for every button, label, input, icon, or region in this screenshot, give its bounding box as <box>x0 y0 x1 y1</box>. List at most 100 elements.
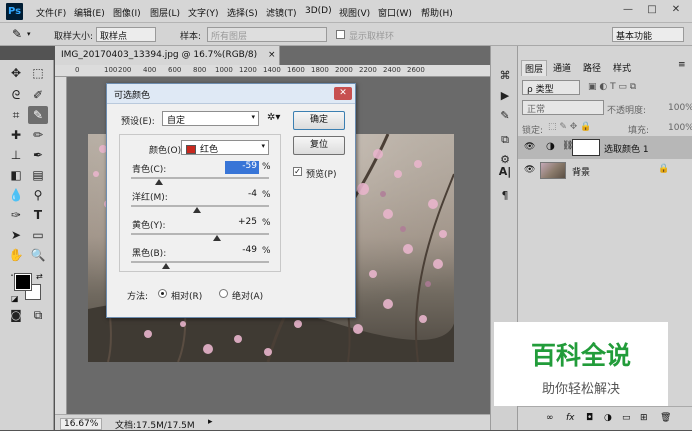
workspace-select[interactable]: 基本功能 <box>612 27 684 42</box>
menu-select[interactable]: 选择(S) <box>227 6 258 19</box>
delete-layer-icon[interactable]: 🗑 <box>660 413 671 423</box>
visibility-eye-icon[interactable]: 👁 <box>524 165 535 175</box>
pen-tool-icon[interactable]: ✑ <box>6 206 26 224</box>
close-window-button[interactable]: ✕ <box>666 2 686 18</box>
marquee-tool-icon[interactable]: ⬚ <box>28 64 48 82</box>
black-value-input[interactable]: -49 <box>225 245 259 258</box>
tab-styles[interactable]: 样式 <box>610 60 634 75</box>
cyan-slider-thumb[interactable] <box>155 179 164 185</box>
absolute-radio[interactable] <box>219 289 228 298</box>
black-slider-thumb[interactable] <box>162 263 171 269</box>
fx-icon[interactable]: fx <box>566 413 575 423</box>
options-bar: ✎ ▾ 取样大小: 取样点 样本: 所有图层 显示取样环 基本功能 <box>0 23 692 46</box>
show-ring-checkbox[interactable] <box>336 30 345 39</box>
sample-size-select[interactable]: 取样点 <box>96 27 156 42</box>
menu-layer[interactable]: 图层(L) <box>150 6 180 19</box>
gradient-tool-icon[interactable]: ▤ <box>28 166 48 184</box>
quick-select-tool-icon[interactable]: ✐ <box>28 86 48 104</box>
restore-button[interactable]: □ <box>642 2 662 18</box>
menu-edit[interactable]: 编辑(E) <box>74 6 105 19</box>
brush-tool-icon[interactable]: ✏ <box>28 126 48 144</box>
tab-channels[interactable]: 通道 <box>550 60 574 75</box>
new-layer-icon[interactable]: ⊞ <box>640 413 648 423</box>
shape-tool-icon[interactable]: ▭ <box>28 226 48 244</box>
close-tab-icon[interactable]: × <box>268 50 276 60</box>
path-select-tool-icon[interactable]: ➤ <box>6 226 26 244</box>
actions-play-icon[interactable]: ▶ <box>497 88 513 104</box>
yellow-slider-track[interactable] <box>131 233 269 235</box>
magenta-slider-thumb[interactable] <box>193 207 202 213</box>
menu-image[interactable]: 图像(I) <box>113 6 141 19</box>
fill-value[interactable]: 100% <box>668 123 692 133</box>
visibility-eye-icon[interactable]: 👁 <box>524 142 535 152</box>
character-panel-icon[interactable]: A| <box>497 164 513 180</box>
menu-file[interactable]: 文件(F) <box>36 6 66 19</box>
menu-3d[interactable]: 3D(D) <box>305 6 332 16</box>
magenta-value-input[interactable]: -4 <box>225 189 259 202</box>
menu-view[interactable]: 视图(V) <box>339 6 370 19</box>
lock-icons[interactable]: ⬚ ✎ ✥ 🔒 <box>548 122 591 132</box>
yellow-value-input[interactable]: +25 <box>225 217 259 230</box>
history-brush-icon[interactable]: ✒ <box>28 146 48 164</box>
link-layers-icon[interactable]: ∞ <box>546 413 554 423</box>
layer-row-selective-color[interactable]: 👁 ◑ ⛓ 选取颜色 1 <box>518 136 692 159</box>
yellow-slider-thumb[interactable] <box>213 235 222 241</box>
ok-button[interactable]: 确定 <box>293 111 345 130</box>
default-colors-icon[interactable]: ◪ <box>11 294 19 303</box>
stamp-tool-icon[interactable]: ⊥ <box>6 146 26 164</box>
healing-tool-icon[interactable]: ✚ <box>6 126 26 144</box>
add-mask-icon[interactable]: ◘ <box>586 413 593 423</box>
document-tab[interactable]: IMG_20170403_13394.jpg @ 16.7%(RGB/8) × <box>55 46 280 65</box>
type-tool-icon[interactable]: T <box>28 206 48 224</box>
lasso-tool-icon[interactable]: ᘓ <box>6 86 26 104</box>
preset-select[interactable]: 自定 ▾ <box>162 111 259 126</box>
menu-window[interactable]: 窗口(W) <box>378 6 412 19</box>
status-arrow-icon[interactable]: ▸ <box>208 417 213 427</box>
opacity-value[interactable]: 100% <box>668 103 692 113</box>
layer-filter-select[interactable]: ρ 类型 <box>522 80 580 95</box>
swap-colors-icon[interactable]: ⇄ <box>36 272 43 281</box>
filter-icons[interactable]: ▣ ◐ T ▭ ⧉ <box>588 82 636 92</box>
chevron-down-icon[interactable]: ▾ <box>27 30 31 38</box>
layer-name: 背景 <box>572 168 591 178</box>
foreground-color-swatch[interactable] <box>14 273 32 291</box>
black-slider-track[interactable] <box>131 261 269 263</box>
cyan-value-input[interactable]: -59 <box>225 161 259 174</box>
paragraph-panel-icon[interactable]: ¶ <box>497 188 513 204</box>
eyedropper-tool-icon[interactable]: ✎ <box>28 106 48 124</box>
menu-help[interactable]: 帮助(H) <box>421 6 453 19</box>
blur-tool-icon[interactable]: 💧 <box>6 186 26 204</box>
cyan-slider-track[interactable] <box>131 177 269 179</box>
brush-presets-icon[interactable]: ✎ <box>497 108 513 124</box>
tab-layers[interactable]: 图层 <box>521 60 548 76</box>
hand-tool-icon[interactable]: ✋ <box>6 246 26 264</box>
clone-source-icon[interactable]: ⧉ <box>497 132 513 148</box>
sample-select[interactable]: 所有图层 <box>207 27 327 42</box>
history-panel-icon[interactable]: ⌘ <box>497 68 513 84</box>
menu-filter[interactable]: 滤镜(T) <box>266 6 297 19</box>
dodge-tool-icon[interactable]: ⚲ <box>28 186 48 204</box>
quick-mask-icon[interactable]: ◙ <box>6 306 26 324</box>
menu-type[interactable]: 文字(Y) <box>188 6 219 19</box>
crop-tool-icon[interactable]: ⌗ <box>6 106 26 124</box>
eraser-tool-icon[interactable]: ◧ <box>6 166 26 184</box>
panel-menu-icon[interactable]: ≡ <box>678 60 686 70</box>
new-adjustment-icon[interactable]: ◑ <box>604 413 612 423</box>
relative-radio[interactable] <box>158 289 167 298</box>
preset-options-gear-icon[interactable]: ✲▾ <box>267 112 280 123</box>
eyedropper-icon[interactable]: ✎ <box>12 27 22 41</box>
layer-row-background[interactable]: 👁 背景 🔒 <box>518 159 692 182</box>
new-group-icon[interactable]: ▭ <box>622 413 631 423</box>
tab-paths[interactable]: 路径 <box>580 60 604 75</box>
dialog-close-button[interactable]: ✕ <box>334 87 352 100</box>
minimize-button[interactable]: — <box>618 2 638 18</box>
zoom-level[interactable]: 16.67% <box>60 418 103 430</box>
colors-select[interactable]: 红色 ▾ <box>181 140 269 155</box>
blend-mode-select[interactable]: 正常 <box>522 100 604 115</box>
screen-mode-icon[interactable]: ⧉ <box>28 306 48 324</box>
zoom-tool-icon[interactable]: 🔍 <box>28 246 48 264</box>
preview-checkbox[interactable]: ✓ <box>293 167 302 176</box>
move-tool-icon[interactable]: ✥ <box>6 64 26 82</box>
layer-mask-thumbnail[interactable] <box>572 139 600 156</box>
reset-button[interactable]: 复位 <box>293 136 345 155</box>
